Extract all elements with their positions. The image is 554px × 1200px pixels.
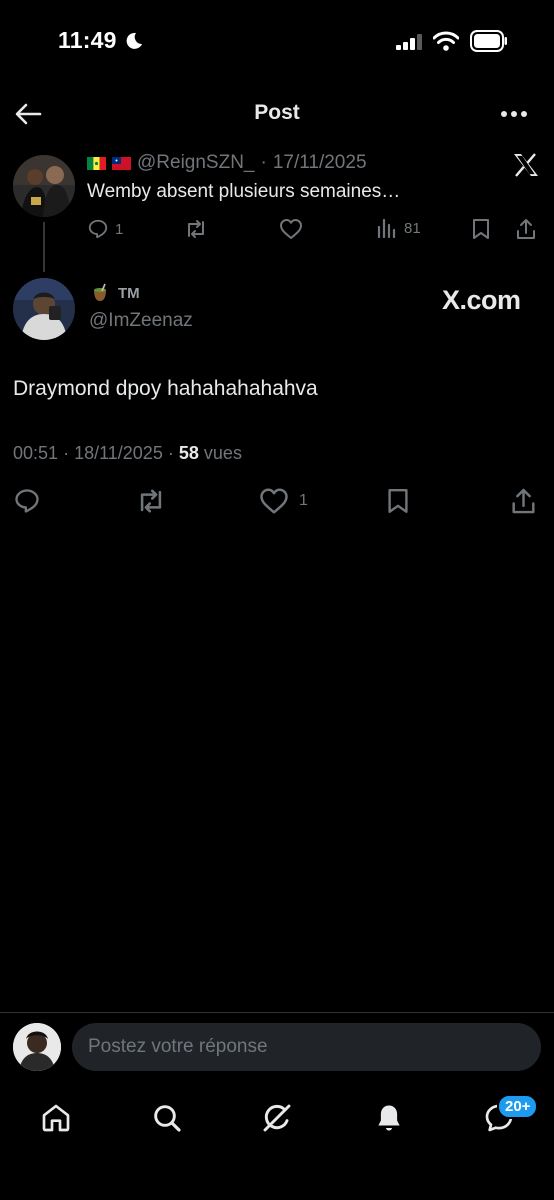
reply-input[interactable] [72,1023,541,1071]
parent-date: 17/11/2025 [272,152,367,173]
post-meta-separator: · [63,443,70,463]
post-date: 18/11/2025 [74,443,163,463]
bookmark-icon [388,489,408,513]
signal-icon [396,34,424,50]
parent-views-button[interactable]: 81 [376,218,421,238]
nav-notifications[interactable] [371,1100,407,1136]
parent-meta-separator: · [260,152,267,173]
author-handle[interactable]: @ImZeenaz [89,310,193,332]
parent-action-bar: 1 81 [87,218,536,242]
like-icon [260,488,288,514]
search-icon [154,1105,181,1132]
post-action-bar: 1 [0,487,554,517]
post-text: Draymond dpoy hahahahahahva [13,377,318,400]
author-display-name: TM [118,284,140,302]
parent-reply-count: 1 [115,220,124,238]
post-meta: 00:51 · 18/11/2025 · 58 vues [13,443,242,464]
parent-reply-button[interactable]: 1 [87,218,123,240]
repost-icon [188,220,204,238]
repost-icon [140,489,162,513]
more-options-button[interactable] [500,110,528,118]
like-icon [280,219,302,239]
more-icon [501,111,527,117]
nav-grok[interactable] [259,1100,295,1136]
notifications-icon [378,1105,400,1131]
share-icon [517,219,535,239]
parent-post-text[interactable]: Wemby absent plusieurs semaines… [87,181,400,203]
share-icon [512,488,535,514]
parent-views-count: 81 [404,219,421,237]
parent-share-button[interactable] [515,218,537,240]
samoa-flag-icon [112,156,131,170]
like-button[interactable]: 1 [259,487,308,515]
current-user-avatar[interactable] [13,1023,61,1071]
reply-divider [0,1012,554,1013]
share-button[interactable] [510,487,537,515]
parent-bookmark-button[interactable] [471,218,491,240]
like-count: 1 [299,492,308,509]
repost-button[interactable] [135,487,167,515]
wifi-icon [433,31,459,51]
status-time: 11:49 [58,27,117,53]
messages-badge: 20+ [497,1094,539,1119]
author-avatar[interactable] [13,278,75,340]
parent-repost-button[interactable] [184,218,208,240]
views-icon [377,218,396,238]
home-icon [42,1104,70,1132]
parent-like-button[interactable] [279,218,303,240]
post-views-count[interactable]: 58 [179,443,199,463]
reply-icon [15,489,39,513]
parent-author-avatar[interactable] [13,155,75,217]
nav-search[interactable] [149,1100,185,1136]
thread-line [43,222,45,272]
mate-emoji-icon [90,283,110,303]
senegal-flag-icon [87,156,106,170]
reply-icon [88,219,108,239]
author-name[interactable]: TM [90,283,140,303]
x-logo-icon [513,153,539,177]
bookmark-icon [473,219,489,239]
xcom-watermark: X.com [442,285,521,315]
page-title: Post [254,101,300,124]
nav-home[interactable] [38,1100,74,1136]
moon-icon [124,31,144,51]
post-views-label: vues [203,443,242,463]
reply-button[interactable] [13,487,41,515]
grok-icon [263,1104,291,1132]
bookmark-button[interactable] [386,487,410,515]
post-meta-separator: · [167,443,174,463]
parent-meta: @ReignSZN_ · 17/11/2025 [87,152,367,174]
bottom-nav [0,1100,554,1136]
battery-icon [470,30,508,52]
parent-handle[interactable]: @ReignSZN_ [137,152,255,174]
post-time: 00:51 [13,443,59,463]
